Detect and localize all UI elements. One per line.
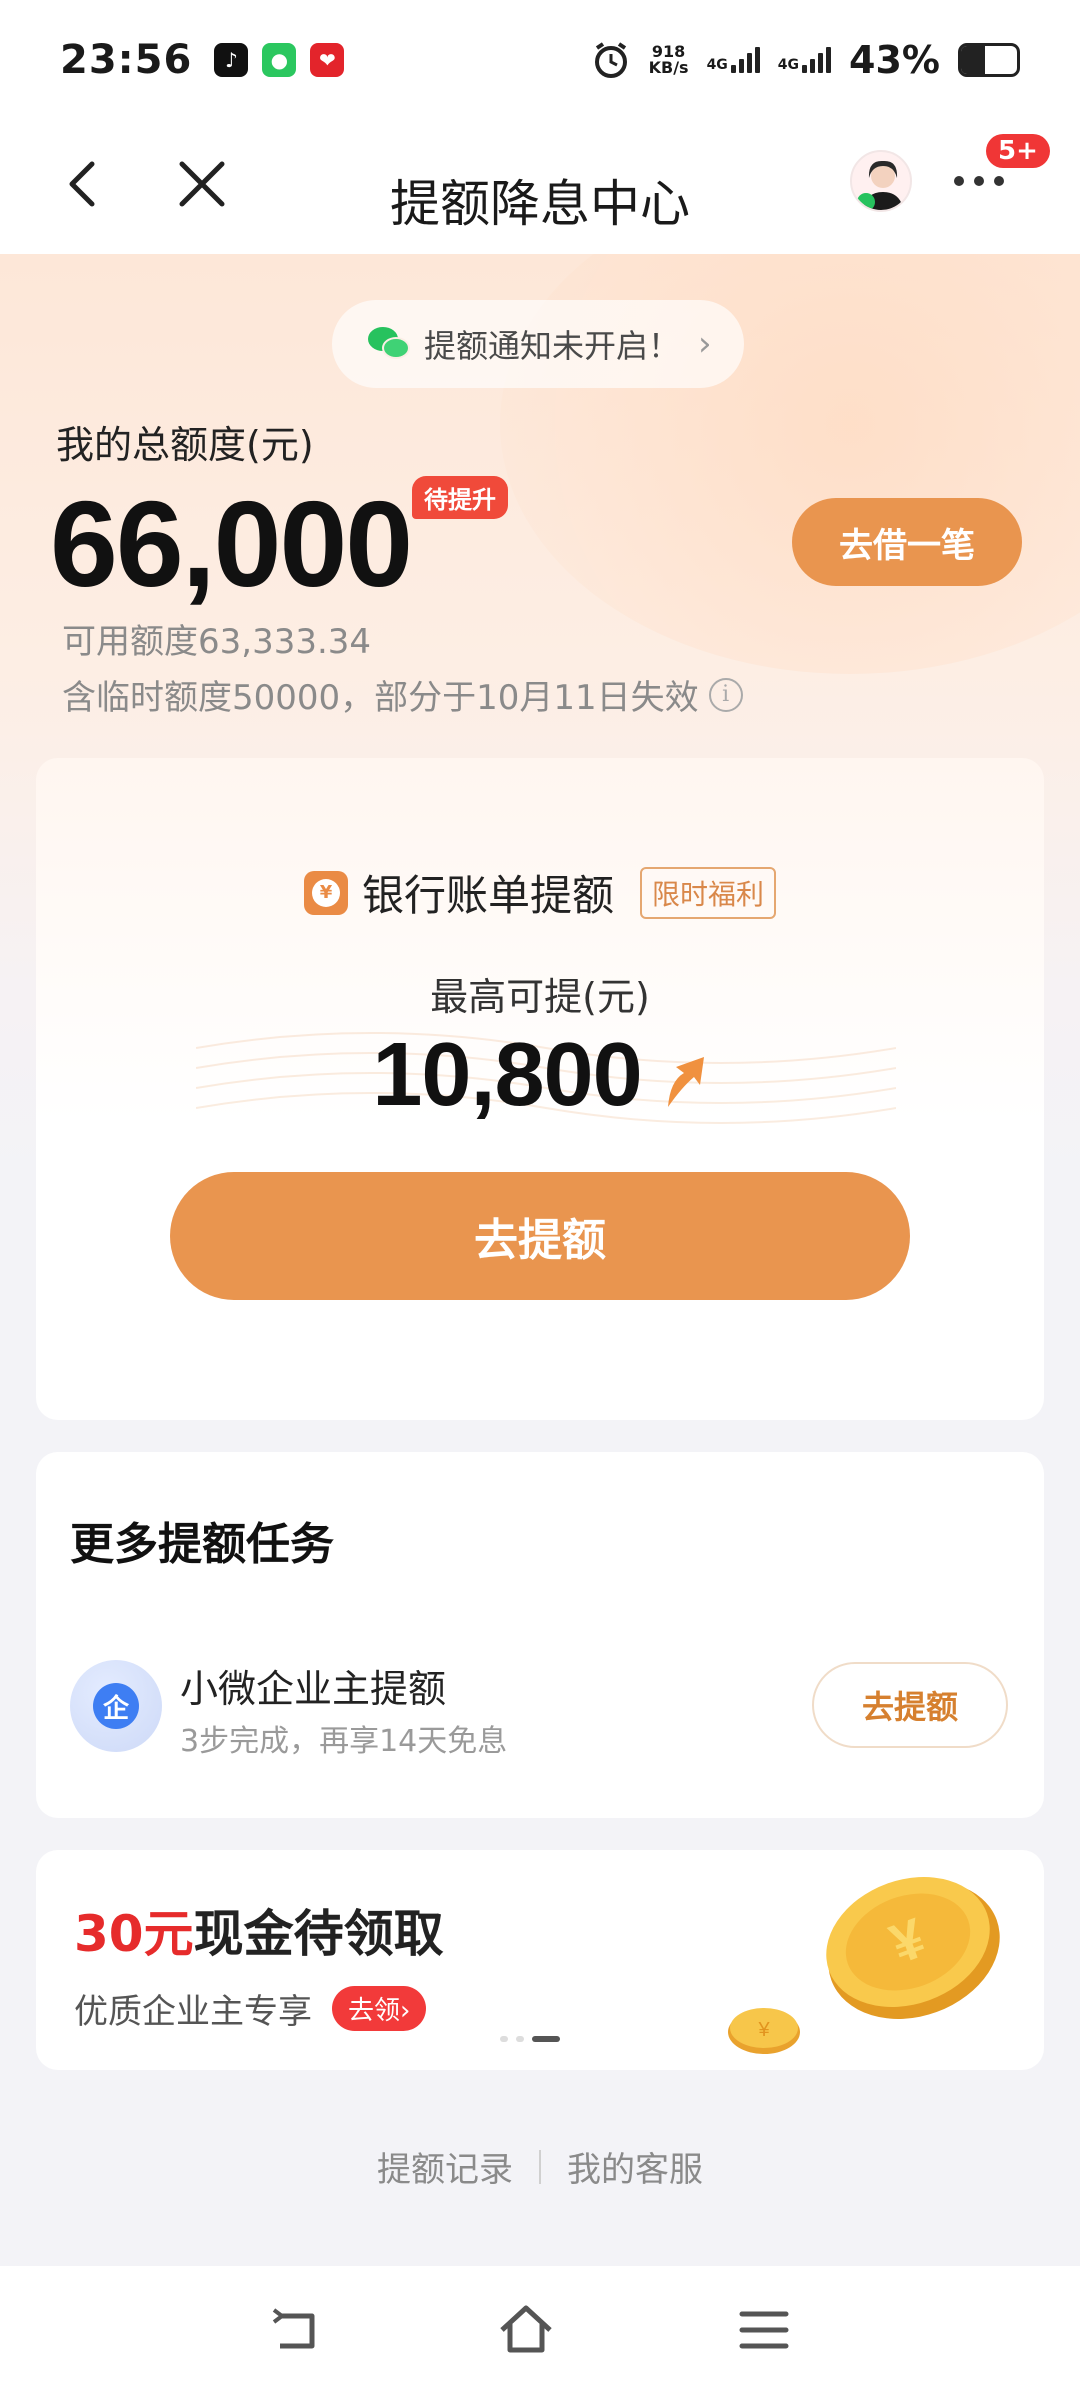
avatar[interactable] <box>850 150 912 212</box>
system-back-icon[interactable] <box>268 2302 324 2358</box>
banner-subtitle-row: 优质企业主专享 去领› <box>74 1984 427 2033</box>
battery-icon <box>958 43 1020 77</box>
pager-dot <box>500 2036 508 2042</box>
max-raise-row: 10,800 <box>36 1024 1044 1127</box>
status-bar: 23:56 ♪ ● ❤ 918 KB/s 4G 4G 43% <box>0 0 1080 120</box>
banner-subtitle: 优质企业主专享 <box>74 1992 312 2032</box>
task-raise-button[interactable]: 去提额 <box>812 1662 1008 1748</box>
more-tasks-title: 更多提额任务 <box>70 1519 334 1570</box>
banner-title: 30元现金待领取 <box>74 1894 444 1966</box>
task-desc: 3步完成，再享14天免息 <box>180 1724 508 1759</box>
pager-dot <box>532 2036 560 2042</box>
total-credit-amount: 66,000 <box>50 476 413 612</box>
wechat-bubble-icon <box>368 327 410 361</box>
banner-title-rest: 现金待领取 <box>193 1905 444 1963</box>
raise-card-title: 银行账单提额 <box>361 871 614 920</box>
chevron-right-icon: › <box>698 324 712 364</box>
gold-coin-icon: ¥ <box>826 1877 1000 2019</box>
claim-button[interactable]: 去领› <box>332 1986 427 2031</box>
alarm-icon <box>594 42 627 78</box>
info-icon[interactable]: i <box>708 677 743 712</box>
customer-service-link[interactable]: 我的客服 <box>567 2142 703 2191</box>
credit-records-link[interactable]: 提额记录 <box>377 2142 513 2191</box>
pager-dot <box>516 2036 524 2042</box>
footer-divider <box>539 2149 541 2184</box>
available-credit: 可用额度63,333.34 <box>62 622 372 662</box>
status-time: 23:56 <box>60 37 193 83</box>
yen-icon: ¥ <box>303 870 348 915</box>
footer-links: 提额记录 我的客服 <box>0 2142 1080 2191</box>
notify-text: 提额通知未开启！ <box>424 327 681 365</box>
system-home-icon[interactable] <box>498 2302 554 2358</box>
network-type-2: 4G <box>777 57 800 73</box>
page-title: 提额降息中心 <box>390 175 690 233</box>
pending-tag: 待提升 <box>412 476 508 519</box>
temporary-credit-text: 含临时额度50000，部分于10月11日失效 <box>62 678 699 718</box>
signal-2: 4G <box>777 47 832 73</box>
svg-text:¥: ¥ <box>757 2019 770 2041</box>
task-name: 小微企业主提额 <box>180 1667 447 1711</box>
banner-pager <box>500 2036 560 2042</box>
more-menu-icon[interactable] <box>954 176 1004 186</box>
douyin-icon: ♪ <box>214 43 249 77</box>
status-right: 918 KB/s 4G 4G 43% <box>591 38 1020 82</box>
nav-bar: 提额降息中心 5+ <box>0 120 1080 254</box>
system-menu-icon[interactable] <box>736 2302 792 2358</box>
total-credit-label: 我的总额度(元) <box>56 423 314 467</box>
signal-1: 4G <box>707 47 760 73</box>
small-coin-icon: ¥ <box>728 2008 800 2054</box>
network-type-1: 4G <box>706 57 728 73</box>
signal-bars-2-icon <box>802 47 832 73</box>
battery-fill <box>961 46 986 74</box>
banner-amount: 30元 <box>74 1905 194 1963</box>
message-badge: 5+ <box>986 134 1050 168</box>
page-root: 23:56 ♪ ● ❤ 918 KB/s 4G 4G 43% 提额降息中心 5+… <box>0 0 1080 2392</box>
borrow-button[interactable]: 去借一笔 <box>792 498 1022 586</box>
battery-percent: 43% <box>849 38 940 82</box>
enterprise-icon: 企 <box>70 1660 162 1752</box>
max-raise-amount: 10,800 <box>372 1025 642 1125</box>
temporary-credit-row: 含临时额度50000，部分于10月11日失效 i <box>62 670 743 719</box>
notification-app-icons: ♪ ● ❤ <box>214 43 345 77</box>
limited-offer-tag: 限时福利 <box>640 866 777 919</box>
raise-credit-button[interactable]: 去提额 <box>170 1172 910 1300</box>
jd-icon: ❤ <box>310 43 345 77</box>
wechat-icon: ● <box>262 43 297 77</box>
cash-banner[interactable]: 30元现金待领取 优质企业主专享 去领› ¥ ¥ <box>36 1850 1044 2070</box>
net-speed: 918 KB/s <box>649 44 689 76</box>
more-tasks-card: 更多提额任务 企 小微企业主提额 3步完成，再享14天免息 去提额 <box>36 1452 1044 1818</box>
enterprise-icon-char: 企 <box>93 1683 139 1729</box>
arrow-up-icon <box>667 1056 704 1107</box>
bank-bill-raise-card: ¥ 银行账单提额 限时福利 最高可提(元) 10,800 去提额 <box>36 758 1044 1420</box>
system-nav-bar <box>0 2266 1080 2392</box>
notify-pill[interactable]: 提额通知未开启！ › <box>332 300 744 388</box>
raise-card-header: ¥ 银行账单提额 限时福利 <box>36 862 1044 923</box>
net-speed-unit: KB/s <box>648 58 689 77</box>
max-raise-label: 最高可提(元) <box>430 975 650 1019</box>
signal-bars-1-icon <box>730 47 760 73</box>
